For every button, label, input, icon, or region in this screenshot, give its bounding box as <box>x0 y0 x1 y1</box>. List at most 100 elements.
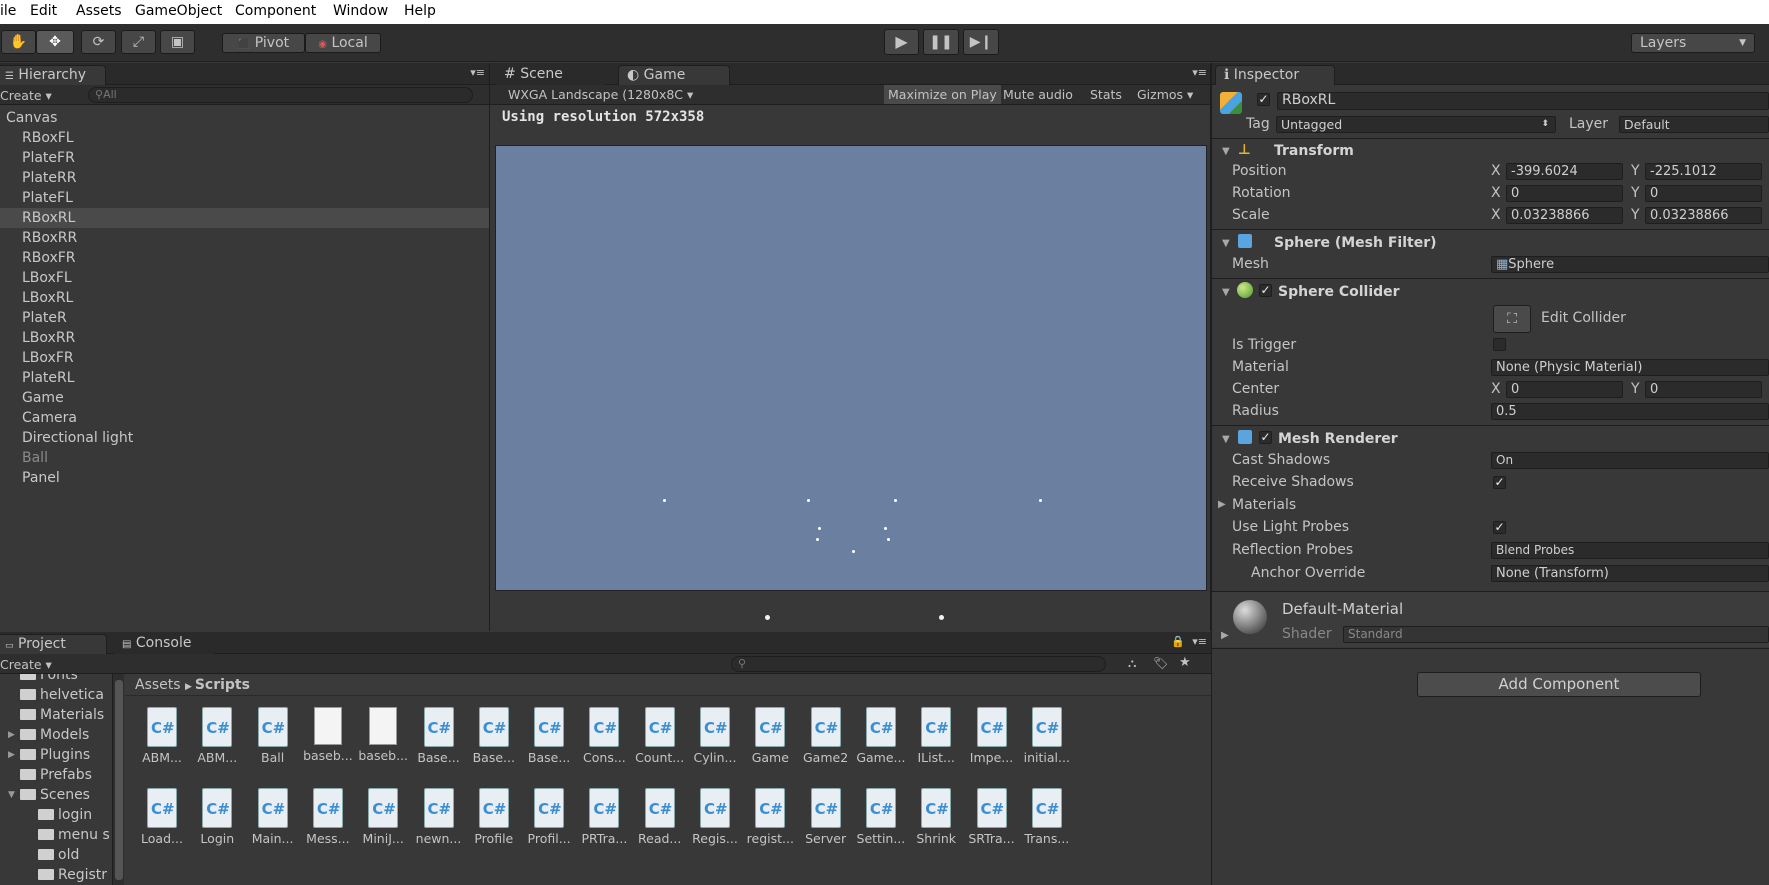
hierarchy-item[interactable]: PlateFL <box>0 188 489 208</box>
transform-header[interactable]: ▼ ⊥ Transform <box>1216 140 1769 162</box>
rect-tool-button[interactable]: ▣ <box>160 30 195 54</box>
center-x-field[interactable]: 0 <box>1506 381 1623 398</box>
tab-scene[interactable]: # Scene <box>496 65 604 85</box>
asset-item[interactable]: Login <box>187 788 247 846</box>
hierarchy-item[interactable]: RBoxFR <box>0 248 489 268</box>
scale-x-field[interactable]: 0.03238866 <box>1506 207 1623 224</box>
step-button[interactable]: ▶❙ <box>963 29 999 55</box>
hierarchy-search-input[interactable]: ⚲All <box>88 87 473 103</box>
hierarchy-item[interactable]: Panel <box>0 468 489 488</box>
material-field[interactable]: None (Physic Material) <box>1491 359 1769 376</box>
scale-y-field[interactable]: 0.03238866 <box>1645 207 1762 224</box>
rotation-x-field[interactable]: 0 <box>1506 185 1623 202</box>
hierarchy-item[interactable]: RBoxRR <box>0 228 489 248</box>
asset-item[interactable]: ABM... <box>187 707 247 765</box>
sphere-collider-enabled-checkbox[interactable]: ✓ <box>1259 284 1272 297</box>
menu-file[interactable]: ile <box>0 3 16 19</box>
gameobject-name-field[interactable]: RBoxRL <box>1277 92 1769 110</box>
asset-item[interactable]: Mess... <box>298 788 358 846</box>
shader-dropdown[interactable]: Standard <box>1343 626 1769 643</box>
position-x-field[interactable]: -399.6024 <box>1506 163 1623 180</box>
folder-item[interactable]: ▶ Plugins <box>8 747 90 763</box>
panel-menu-icon[interactable]: ▾≡ <box>470 66 485 79</box>
asset-item[interactable]: ABM... <box>132 707 192 765</box>
gizmos-toggle[interactable]: Gizmos ▾ <box>1137 87 1193 102</box>
asset-item[interactable]: Cylin... <box>685 707 745 765</box>
asset-item[interactable]: Impe... <box>962 707 1022 765</box>
hand-tool-button[interactable]: ✋ <box>1 30 36 54</box>
hierarchy-item[interactable]: PlateR <box>0 308 489 328</box>
asset-item[interactable]: Profil... <box>519 788 579 846</box>
asset-item[interactable]: Read... <box>630 788 690 846</box>
pause-button[interactable]: ❚❚ <box>923 29 959 55</box>
folder-item[interactable]: ▼ Scenes <box>8 787 90 803</box>
folder-item[interactable]: old <box>38 847 79 863</box>
gameobject-active-checkbox[interactable]: ✓ <box>1257 93 1270 106</box>
folder-item[interactable]: helvetica <box>20 687 104 703</box>
hierarchy-item[interactable]: PlateRL <box>0 368 489 388</box>
asset-item[interactable]: SRTra... <box>962 788 1022 846</box>
reflection-probes-dropdown[interactable]: Blend Probes <box>1491 542 1769 559</box>
game-viewport[interactable] <box>495 145 1207 620</box>
tab-hierarchy[interactable]: ☰ Hierarchy <box>0 65 106 85</box>
asset-item[interactable]: MiniJ... <box>353 788 413 846</box>
hierarchy-item[interactable]: LBoxRL <box>0 288 489 308</box>
stats-toggle[interactable]: Stats <box>1090 87 1122 102</box>
project-create-button[interactable]: Create ▾ <box>0 657 52 672</box>
mesh-renderer-enabled-checkbox[interactable]: ✓ <box>1259 431 1272 444</box>
asset-item[interactable]: Cons... <box>574 707 634 765</box>
folder-item[interactable]: Registr <box>38 867 107 883</box>
filter-by-label-icon[interactable]: 🏷 <box>1153 656 1168 670</box>
hierarchy-item[interactable]: PlateFR <box>0 148 489 168</box>
menu-edit[interactable]: Edit <box>30 3 57 19</box>
anchor-override-field[interactable]: None (Transform) <box>1491 565 1769 582</box>
folder-tree-scrollbar[interactable] <box>112 674 124 885</box>
move-tool-button[interactable]: ✥ <box>36 30 74 54</box>
asset-item[interactable]: regist... <box>740 788 800 846</box>
mute-audio-toggle[interactable]: Mute audio <box>1003 87 1073 102</box>
tab-console[interactable]: ▤ Console <box>114 634 214 654</box>
hierarchy-create-button[interactable]: Create ▾ <box>0 88 52 103</box>
sphere-collider-header[interactable]: ▼ ✓ Sphere Collider <box>1216 281 1769 303</box>
menu-help[interactable]: Help <box>404 3 436 19</box>
edit-collider-button[interactable]: ⛶ <box>1493 305 1531 333</box>
cast-shadows-dropdown[interactable]: On <box>1491 452 1769 469</box>
folder-item[interactable]: Materials <box>20 707 104 723</box>
folder-item[interactable]: menu s <box>38 827 110 843</box>
asset-item[interactable]: initial... <box>1017 707 1077 765</box>
hierarchy-item-canvas[interactable]: Canvas <box>0 108 489 128</box>
local-toggle[interactable]: ◉ Local <box>305 33 381 53</box>
menu-component[interactable]: Component <box>235 3 316 19</box>
is-trigger-checkbox[interactable] <box>1493 338 1506 351</box>
folder-item[interactable]: login <box>38 807 92 823</box>
asset-item[interactable]: Settin... <box>851 788 911 846</box>
expanded-arrow-icon[interactable]: ▼ <box>8 790 15 800</box>
tab-inspector[interactable]: ℹ Inspector <box>1215 65 1335 85</box>
hierarchy-item[interactable]: RBoxFL <box>0 128 489 148</box>
scrollbar-thumb[interactable] <box>115 680 123 880</box>
project-search-input[interactable]: ⚲ <box>731 656 1106 672</box>
hierarchy-item[interactable]: Game <box>0 388 489 408</box>
folder-item[interactable]: Fonts <box>20 674 78 683</box>
position-y-field[interactable]: -225.1012 <box>1645 163 1762 180</box>
folder-item[interactable]: ▶ Models <box>8 727 89 743</box>
hierarchy-item[interactable]: Camera <box>0 408 489 428</box>
rotate-tool-button[interactable]: ⟳ <box>81 30 116 54</box>
expand-arrow-icon[interactable]: ▶ <box>8 750 15 760</box>
pivot-toggle[interactable]: ⬛ Pivot <box>222 33 305 53</box>
folder-item[interactable]: Prefabs <box>20 767 92 783</box>
panel-menu-icon[interactable]: ▾≡ <box>1192 635 1207 648</box>
asset-item[interactable]: Count... <box>630 707 690 765</box>
mesh-field[interactable]: ▦Sphere <box>1491 256 1769 273</box>
asset-item[interactable]: Game <box>740 707 800 765</box>
asset-item[interactable]: Shrink <box>906 788 966 846</box>
expand-arrow-icon[interactable]: ▶ <box>1218 499 1226 510</box>
asset-item[interactable]: baseb... <box>353 707 413 763</box>
center-y-field[interactable]: 0 <box>1645 381 1762 398</box>
asset-item[interactable]: Main... <box>243 788 303 846</box>
asset-item[interactable]: Game2 <box>796 707 856 765</box>
tab-project[interactable]: ▭ Project <box>0 634 107 654</box>
menu-gameobject[interactable]: GameObject <box>135 3 222 19</box>
radius-field[interactable]: 0.5 <box>1491 403 1769 420</box>
rotation-y-field[interactable]: 0 <box>1645 185 1762 202</box>
